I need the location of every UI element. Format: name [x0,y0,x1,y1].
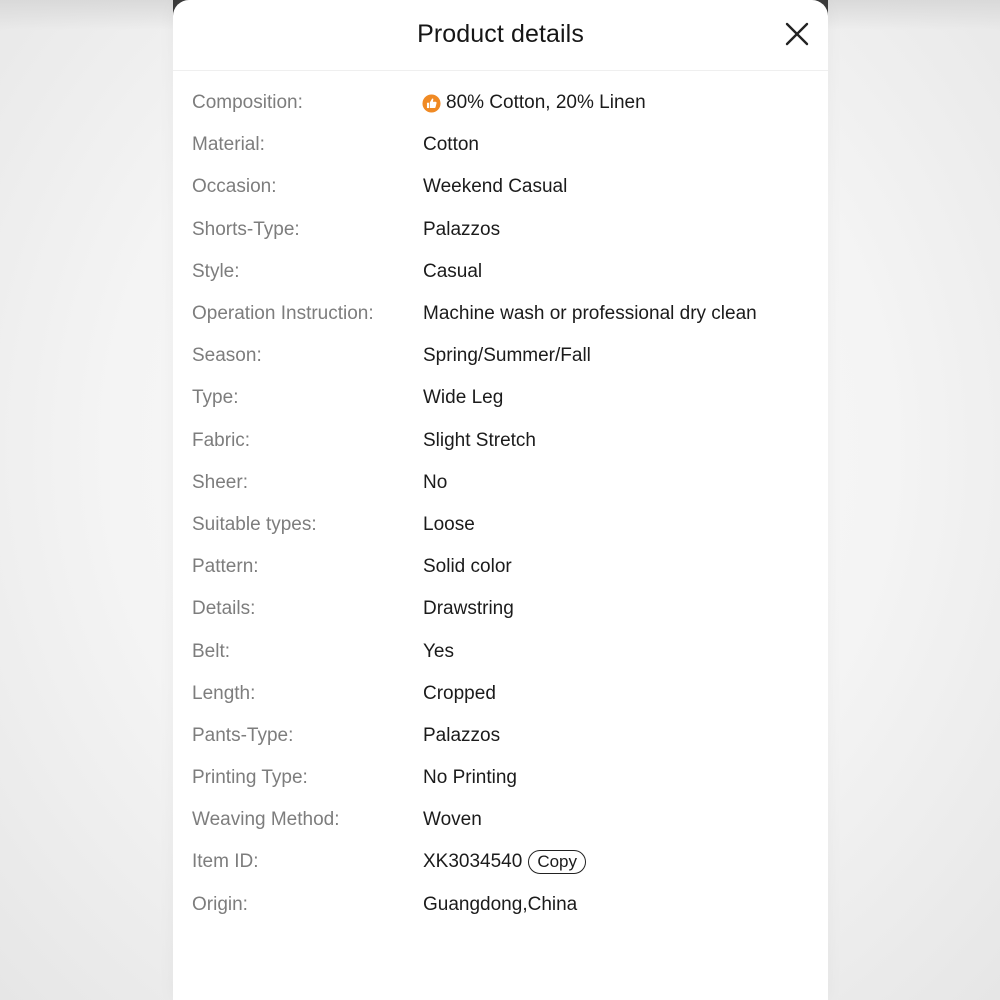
detail-value: Slight Stretch [423,429,536,451]
detail-row-type: Type: Wide Leg [192,377,812,419]
close-icon [785,22,809,46]
detail-label: Origin: [192,893,248,915]
detail-value: Guangdong,China [423,893,578,915]
detail-row-item-id: Item ID: XK3034540 Copy [192,841,812,883]
product-details-sheet: Product details Composition: 80% Cotton,… [173,0,828,1000]
detail-label: Length: [192,682,256,704]
detail-label: Style: [192,260,240,282]
detail-value: Machine wash or professional dry clean [423,303,757,325]
detail-row-printing-type: Printing Type: No Printing [192,757,812,799]
sheet-title: Product details [417,20,584,48]
detail-label: Pattern: [192,556,259,578]
detail-row-season: Season: Spring/Summer/Fall [192,335,812,377]
detail-row-sheer: Sheer: No [192,462,812,504]
detail-row-suitable-types: Suitable types: Loose [192,504,812,546]
detail-label: Belt: [192,640,231,662]
detail-label: Weaving Method: [192,809,340,831]
item-id-value[interactable]: XK3034540 [423,851,522,873]
detail-row-shorts-type: Shorts-Type: Palazzos [192,209,812,251]
detail-label: Operation Instruction: [192,303,374,325]
background-shade-left [0,0,180,30]
detail-value: Cotton [423,134,479,156]
detail-label: Printing Type: [192,767,308,789]
detail-row-style: Style: Casual [192,251,812,293]
detail-value: Casual [423,260,483,282]
detail-value: Palazzos [423,724,501,746]
detail-label: Details: [192,598,256,620]
detail-value: Spring/Summer/Fall [423,345,591,367]
detail-label: Item ID: [192,851,259,873]
detail-value: Weekend Casual [423,176,568,198]
detail-row-operation-instruction: Operation Instruction: Machine wash or p… [192,293,812,335]
detail-label: Fabric: [192,429,251,451]
detail-value: Palazzos [423,218,501,240]
close-button[interactable] [783,20,811,48]
detail-value: Drawstring [423,598,514,620]
sheet-header: Product details [173,0,828,71]
detail-label: Occasion: [192,176,277,198]
detail-label: Material: [192,134,265,156]
detail-value: Wide Leg [423,387,504,409]
detail-value: Solid color [423,556,512,578]
detail-row-fabric: Fabric: Slight Stretch [192,420,812,462]
detail-label: Suitable types: [192,513,317,535]
detail-label: Sheer: [192,471,248,493]
detail-value: No Printing [423,767,517,789]
detail-label: Composition: [192,92,303,114]
detail-value: 80% Cotton, 20% Linen [446,92,646,114]
detail-value: Loose [423,513,475,535]
detail-value: Cropped [423,682,496,704]
details-list: Composition: 80% Cotton, 20% Linen Mater… [192,82,812,926]
detail-label: Season: [192,345,262,367]
detail-row-occasion: Occasion: Weekend Casual [192,166,812,208]
detail-row-pattern: Pattern: Solid color [192,546,812,588]
detail-label: Type: [192,387,239,409]
detail-row-length: Length: Cropped [192,673,812,715]
detail-value: Woven [423,809,482,831]
copy-button[interactable]: Copy [528,850,587,875]
thumbs-up-badge-icon [422,94,441,113]
background-shade-right [825,0,1000,30]
detail-row-pants-type: Pants-Type: Palazzos [192,715,812,757]
detail-row-origin: Origin: Guangdong,China [192,884,812,926]
detail-row-belt: Belt: Yes [192,630,812,672]
detail-row-weaving-method: Weaving Method: Woven [192,799,812,841]
detail-row-details: Details: Drawstring [192,588,812,630]
detail-value: Yes [423,640,454,662]
detail-row-material: Material: Cotton [192,124,812,166]
detail-label: Shorts-Type: [192,218,300,240]
detail-value: No [423,471,448,493]
detail-row-composition: Composition: 80% Cotton, 20% Linen [192,82,812,124]
detail-label: Pants-Type: [192,724,294,746]
